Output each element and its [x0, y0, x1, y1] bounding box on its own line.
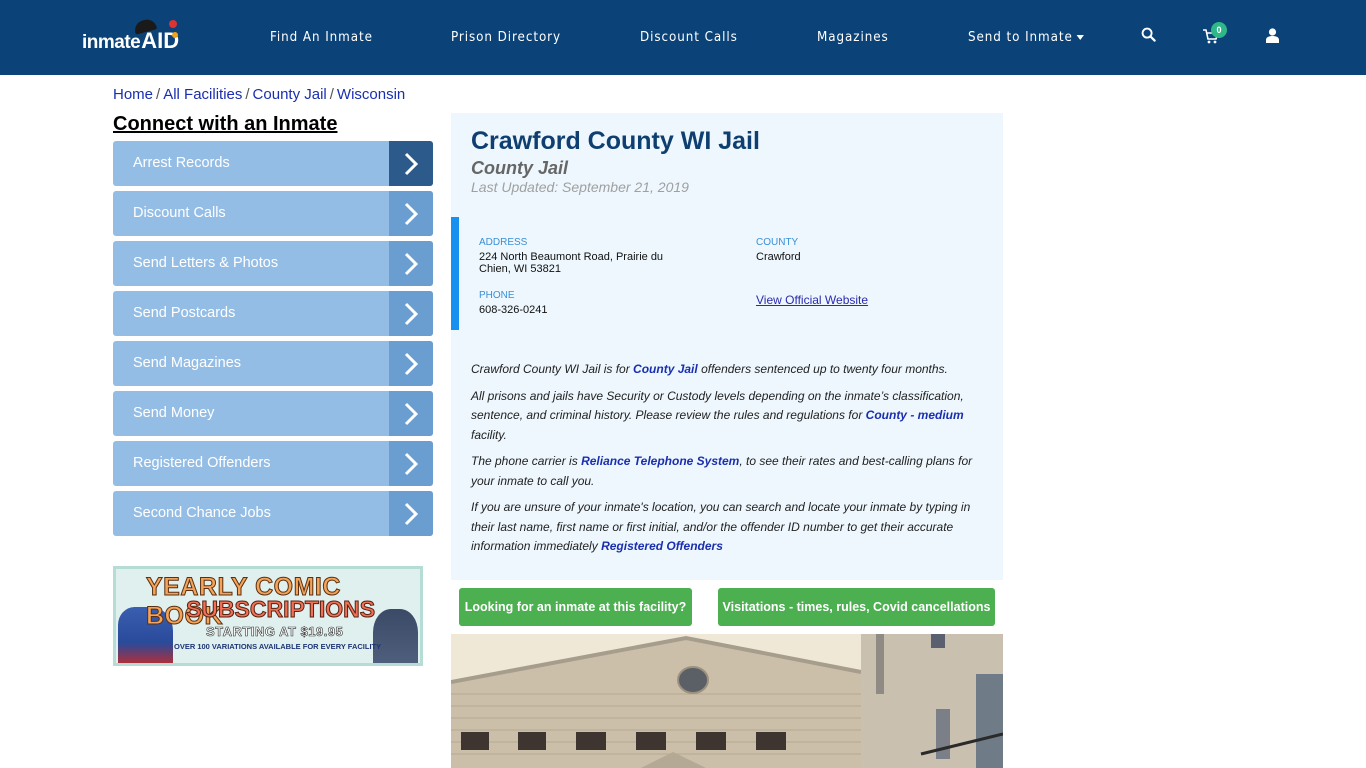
nav-find-an-inmate[interactable]: Find An Inmate — [270, 30, 373, 45]
nav-magazines[interactable]: Magazines — [817, 30, 889, 45]
visitations-button[interactable]: Visitations - times, rules, Covid cancel… — [718, 588, 995, 626]
sidebar-item-send-money[interactable]: Send Money — [113, 391, 433, 436]
description-paragraph: All prisons and jails have Security or C… — [471, 387, 981, 446]
phone-carrier-link[interactable]: Reliance Telephone System — [581, 454, 739, 468]
sidebar-item-label: Arrest Records — [133, 155, 230, 171]
description-paragraph: If you are unsure of your inmate's locat… — [471, 498, 981, 557]
address-line1: 224 North Beaumont Road, Prairie du — [479, 251, 664, 263]
county-jail-link[interactable]: County Jail — [633, 362, 698, 376]
phone-value: 608-326-0241 — [479, 304, 548, 316]
facility-type: County Jail — [471, 158, 569, 178]
search-icon[interactable] — [1141, 27, 1156, 47]
nav-send-to-inmate[interactable]: Send to Inmate — [968, 30, 1084, 45]
nav-prison-directory[interactable]: Prison Directory — [451, 30, 561, 45]
chevron-right-icon — [389, 391, 433, 436]
sidebar-item-label: Send Magazines — [133, 355, 242, 371]
sidebar-menu: Arrest Records Discount Calls Send Lette… — [113, 141, 433, 541]
facility-name: Crawford County WI Jail — [471, 127, 760, 155]
breadcrumb: Home / All Facilities / County Jail / Wisconsi… — [113, 86, 405, 103]
security-level-link[interactable]: County - medium — [866, 408, 964, 422]
address-line2: Chien, WI 53821 — [479, 263, 561, 275]
ad-subheadline: SUBSCRIPTIONS — [185, 596, 376, 623]
breadcrumb-separator: / — [156, 86, 161, 103]
text: The phone carrier is — [471, 454, 582, 468]
comic-subscription-ad[interactable]: YEARLY COMIC BOOK SUBSCRIPTIONS STARTING… — [113, 566, 423, 666]
chevron-right-icon — [389, 441, 433, 486]
breadcrumb-county-jail[interactable]: County Jail — [253, 86, 327, 103]
sidebar-item-label: Discount Calls — [133, 205, 226, 221]
sidebar-item-registered-offenders[interactable]: Registered Offenders — [113, 441, 433, 486]
caret-down-icon — [1076, 35, 1084, 40]
sidebar-title: Connect with an Inmate — [113, 113, 338, 135]
sidebar-item-second-chance-jobs[interactable]: Second Chance Jobs — [113, 491, 433, 536]
county-value: Crawford — [756, 251, 801, 263]
facility-info-panel: Crawford County WI Jail County Jail Last… — [451, 113, 1003, 580]
official-website-link[interactable]: View Official Website — [756, 293, 868, 307]
breadcrumb-wisconsin[interactable]: Wisconsin — [337, 86, 405, 103]
description-paragraph: The phone carrier is Reliance Telephone … — [471, 452, 981, 491]
ad-tagline: OVER 100 VARIATIONS AVAILABLE FOR EVERY … — [174, 642, 382, 651]
chevron-right-icon — [389, 341, 433, 386]
county-label: COUNTY — [756, 237, 799, 248]
breadcrumb-home[interactable]: Home — [113, 86, 153, 103]
sidebar-item-label: Second Chance Jobs — [133, 505, 271, 521]
nav-send-to-inmate-label: Send to Inmate — [968, 30, 1073, 45]
chevron-right-icon — [389, 241, 433, 286]
logo-dot-icon — [169, 20, 177, 28]
chevron-right-icon — [389, 491, 433, 536]
chevron-right-icon — [389, 291, 433, 336]
accent-bar — [451, 217, 459, 330]
sidebar-item-label: Send Money — [133, 405, 215, 421]
chevron-right-icon — [389, 191, 433, 236]
text: offenders sentenced up to twenty four mo… — [697, 362, 948, 376]
user-icon[interactable] — [1266, 28, 1279, 48]
description-paragraph: Crawford County WI Jail is for County Ja… — [471, 360, 981, 380]
last-updated: Last Updated: September 21, 2019 — [471, 179, 689, 195]
site-logo[interactable]: inmate AID — [82, 17, 179, 54]
address-label: ADDRESS — [479, 237, 528, 248]
facility-details: ADDRESS 224 North Beaumont Road, Prairie… — [451, 217, 1003, 330]
find-inmate-button[interactable]: Looking for an inmate at this facility? — [459, 588, 692, 626]
facility-description: Crawford County WI Jail is for County Ja… — [471, 360, 981, 564]
phone-label: PHONE — [479, 290, 515, 301]
sidebar-item-label: Registered Offenders — [133, 455, 271, 471]
breadcrumb-separator: / — [329, 86, 334, 103]
sidebar-item-discount-calls[interactable]: Discount Calls — [113, 191, 433, 236]
facility-photo — [451, 634, 1003, 768]
ad-price: STARTING AT $19.95 — [206, 624, 344, 640]
text: facility. — [471, 427, 507, 442]
sidebar-item-send-postcards[interactable]: Send Postcards — [113, 291, 433, 336]
top-navbar: inmate AID Find An Inmate Prison Director… — [0, 0, 1366, 75]
sidebar-item-send-letters-photos[interactable]: Send Letters & Photos — [113, 241, 433, 286]
cart-count-badge: 0 — [1211, 22, 1227, 38]
logo-text: inmate — [82, 32, 141, 53]
sidebar-item-label: Send Letters & Photos — [133, 255, 279, 271]
chevron-right-icon — [389, 141, 433, 186]
registered-offenders-link[interactable]: Registered Offenders — [601, 539, 723, 553]
breadcrumb-separator: / — [245, 86, 250, 103]
logo-dot-icon — [172, 32, 178, 38]
sidebar-item-label: Send Postcards — [133, 305, 236, 321]
nav-discount-calls[interactable]: Discount Calls — [640, 30, 738, 45]
sidebar-item-send-magazines[interactable]: Send Magazines — [113, 341, 433, 386]
breadcrumb-all-facilities[interactable]: All Facilities — [163, 86, 242, 103]
sidebar-item-arrest-records[interactable]: Arrest Records — [113, 141, 433, 186]
text: Crawford County WI Jail is for — [471, 362, 634, 376]
